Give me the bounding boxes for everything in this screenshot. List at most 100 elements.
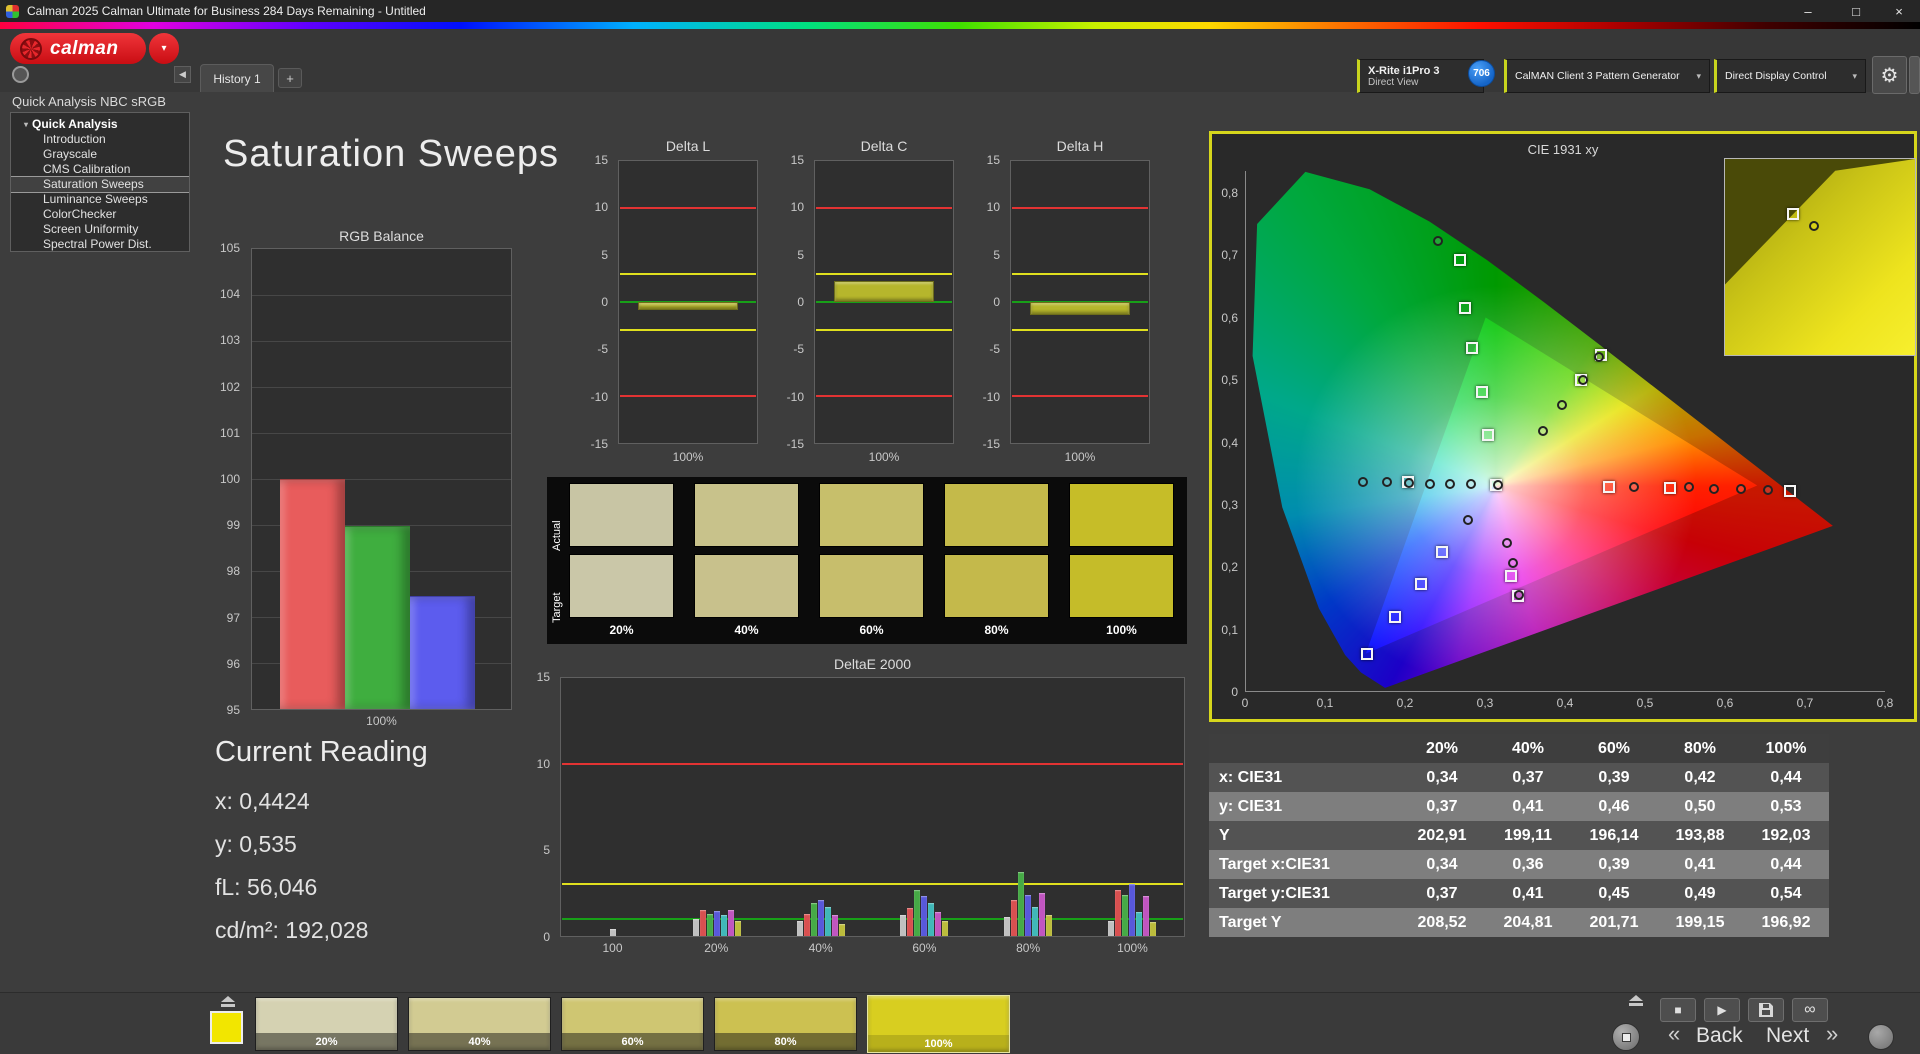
eject-icon[interactable]: [216, 996, 240, 1009]
delta-c-x-label: 100%: [868, 450, 900, 464]
tab-history-1[interactable]: History 1: [200, 64, 274, 92]
sidebar-item-luminance-sweeps[interactable]: Luminance Sweeps: [11, 192, 189, 207]
rgb-bar-blue: [409, 596, 475, 709]
cie-measured-marker: [1445, 478, 1456, 489]
delta-l-chart: Delta L 15 10 5 0 -5 -10 -15 100%: [576, 138, 758, 468]
x-tick-label: 0,1: [1316, 696, 1334, 710]
inset-target-marker: [1787, 207, 1800, 220]
x-tick-label: 0,7: [1796, 696, 1814, 710]
sidebar-item-spectral-power-dist[interactable]: Spectral Power Dist.: [11, 237, 189, 251]
y-tick-label: 0: [797, 295, 804, 309]
inset-measured-marker: [1809, 220, 1820, 231]
read-pattern-button[interactable]: [1612, 1023, 1640, 1051]
cie-target-marker: [1458, 301, 1471, 314]
table-row: Target Y 208,52 204,81 201,71 199,15 196,92: [1209, 908, 1829, 937]
deltae-y-axis: 15 10 5 0: [514, 670, 556, 944]
target-swatch-100: [1069, 554, 1174, 618]
minimize-button[interactable]: –: [1786, 0, 1830, 22]
reference-line: [562, 917, 1183, 920]
sidebar-collapse-button[interactable]: ◀: [174, 66, 191, 83]
pattern-generator-dropdown[interactable]: CalMAN Client 3 Pattern Generator ▾: [1504, 59, 1710, 93]
y-tick-label: 95: [226, 703, 240, 717]
chevron-down-icon: ▾: [161, 43, 167, 54]
back-button[interactable]: Back: [1696, 1024, 1743, 1048]
next-button[interactable]: Next: [1766, 1024, 1809, 1048]
cie-measured-marker: [1594, 351, 1605, 362]
sidebar-item-cms-calibration[interactable]: CMS Calibration: [11, 162, 189, 177]
resolution-badge: 706: [1468, 60, 1495, 87]
meter-dropdown[interactable]: X-Rite i1Pro 3 Direct View ▾: [1357, 59, 1484, 93]
swatch-label: 20%: [256, 1033, 397, 1050]
cie-measured-marker: [1463, 515, 1474, 526]
close-button[interactable]: ×: [1878, 0, 1920, 22]
eject-icon[interactable]: [1624, 995, 1648, 1008]
cie-zoom-inset: [1724, 158, 1916, 356]
pattern-level-100[interactable]: 100%: [867, 995, 1010, 1053]
y-tick-label: -10: [590, 389, 608, 404]
active-pattern-swatch: [210, 1011, 243, 1044]
stop-button[interactable]: ■: [1660, 998, 1696, 1022]
play-button[interactable]: ▶: [1704, 998, 1740, 1022]
table-row: Target y:CIE31 0,37 0,41 0,45 0,49 0,54: [1209, 879, 1829, 908]
pattern-level-60[interactable]: 60%: [561, 997, 704, 1051]
cie-title: CIE 1931 xy: [1527, 142, 1599, 157]
stop-icon: ■: [1674, 1003, 1682, 1017]
continuous-measure-button[interactable]: ∞: [1792, 998, 1828, 1022]
delta-bar: [638, 302, 738, 310]
y-tick-label: 0,6: [1221, 310, 1238, 325]
maximize-button[interactable]: □: [1834, 0, 1878, 22]
calman-menu-button[interactable]: ▾: [149, 33, 179, 64]
reference-line: [620, 395, 756, 397]
sidebar-item-saturation-sweeps[interactable]: Saturation Sweeps: [11, 176, 189, 193]
y-tick-label: 99: [226, 518, 240, 533]
actual-swatch-20: [569, 483, 674, 547]
window-title: Calman 2025 Calman Ultimate for Business…: [27, 4, 426, 18]
table-corner-cell: [1209, 734, 1399, 763]
reference-line: [620, 272, 756, 275]
current-reading-title: Current Reading: [215, 736, 428, 768]
display-control-label: Direct Display Control: [1725, 70, 1827, 82]
circle-button[interactable]: [1868, 1024, 1894, 1050]
deltae-category-label: 100%: [1117, 941, 1148, 955]
table-cell: 199,15: [1675, 913, 1725, 931]
cie-target-marker: [1602, 480, 1615, 493]
reference-line: [620, 207, 756, 209]
pattern-generator-label: CalMAN Client 3 Pattern Generator: [1515, 70, 1680, 82]
table-cell: 0,42: [1684, 768, 1716, 786]
table-cell: 0,37: [1426, 797, 1458, 815]
save-button[interactable]: [1748, 998, 1784, 1022]
pattern-level-40[interactable]: 40%: [408, 997, 551, 1051]
calman-logo-button[interactable]: calman: [10, 33, 146, 64]
x-tick-label: 0,5: [1636, 696, 1654, 710]
panel-edge-button[interactable]: [1909, 56, 1920, 94]
cie-measured-marker: [1466, 479, 1477, 490]
bottom-bar: ■ ▶ ∞ « Back Next » 20% 40% 60% 80% 100%: [0, 992, 1920, 1054]
cie-target-marker: [1783, 484, 1796, 497]
session-options-button[interactable]: [12, 66, 29, 83]
pattern-level-20[interactable]: 20%: [255, 997, 398, 1051]
y-tick-label: 15: [790, 153, 804, 167]
tree-item-quick-analysis[interactable]: ▾ Quick Analysis: [11, 116, 189, 132]
y-tick-label: 97: [226, 610, 240, 625]
y-tick-label: 5: [797, 247, 804, 262]
y-tick-label: 98: [226, 564, 240, 579]
sidebar-item-grayscale[interactable]: Grayscale: [11, 147, 189, 162]
display-control-dropdown[interactable]: Direct Display Control ▾: [1714, 59, 1866, 93]
y-tick-label: -15: [786, 437, 804, 451]
settings-gear-button[interactable]: ⚙: [1872, 56, 1907, 94]
add-tab-button[interactable]: +: [278, 68, 302, 88]
deltae-bar-group: [796, 678, 845, 936]
delta-l-x-label: 100%: [672, 450, 704, 464]
sidebar-item-screen-uniformity[interactable]: Screen Uniformity: [11, 222, 189, 237]
rgb-balance-plot: [251, 248, 512, 710]
back-chevron-icon[interactable]: «: [1668, 1021, 1680, 1047]
y-tick-label: 10: [594, 200, 608, 215]
delta-h-title: Delta H: [1056, 138, 1104, 154]
swatch-column-label: 20%: [609, 623, 634, 637]
reading-value: x: 0,4424: [215, 788, 310, 814]
play-icon: ▶: [1717, 1003, 1727, 1017]
next-chevron-icon[interactable]: »: [1826, 1021, 1838, 1047]
sidebar-item-colorchecker[interactable]: ColorChecker: [11, 207, 189, 222]
sidebar-item-introduction[interactable]: Introduction: [11, 132, 189, 147]
pattern-level-80[interactable]: 80%: [714, 997, 857, 1051]
